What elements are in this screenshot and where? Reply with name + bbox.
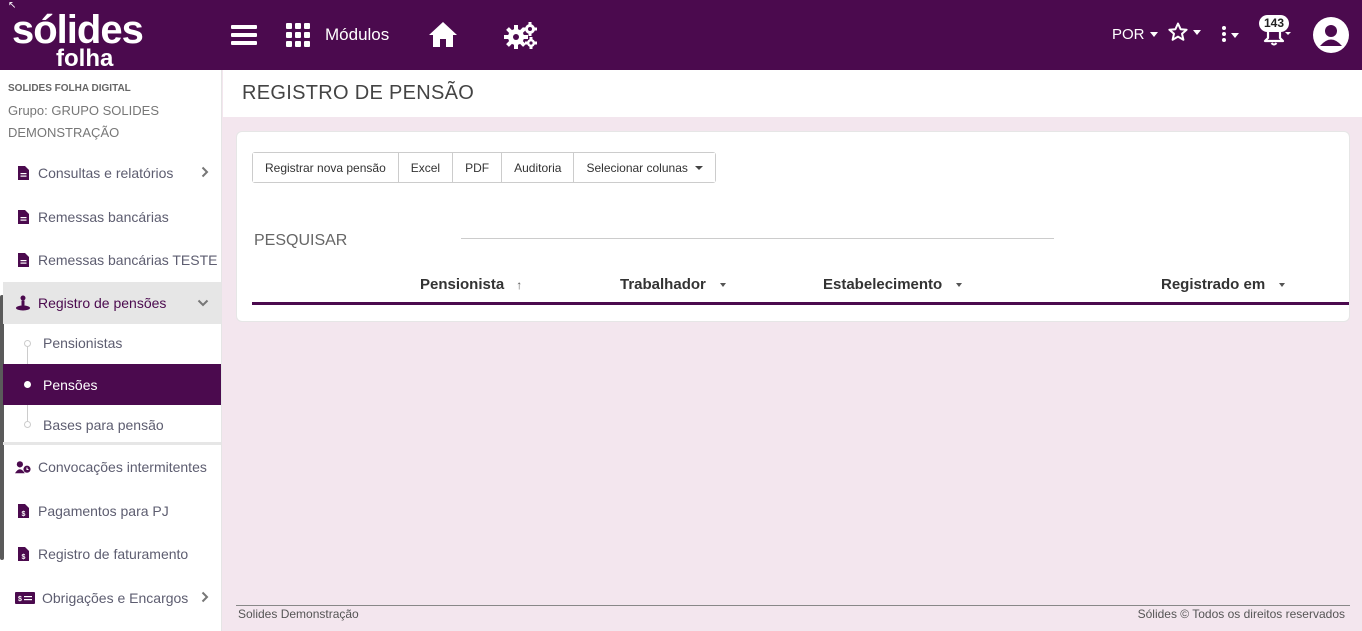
sidebar-item-remessas-teste[interactable]: Remessas bancárias TESTE [3,239,221,281]
sidebar: SOLIDES FOLHA DIGITAL Grupo: GRUPO SOLID… [0,70,222,631]
brand-logo[interactable]: sólides folha digital [12,8,182,98]
footer-divider [236,605,1350,606]
sort-caret-icon [1279,282,1286,287]
content-card: Registrar nova pensão Excel PDF Auditori… [236,131,1350,322]
chevron-down-icon [1231,32,1239,38]
modules-button[interactable]: Módulos [286,22,389,48]
chevron-down-icon [1149,32,1158,37]
language-selector[interactable]: POR [1112,26,1158,43]
group-name: Grupo: GRUPO SOLIDES DEMONSTRAÇÃO [8,103,159,140]
svg-text:$: $ [21,511,25,518]
notifications-badge[interactable]: 143 [1259,15,1289,32]
modules-label: Módulos [325,25,390,44]
footer-copyright: Sólides © Todos os direitos reservados [1137,607,1345,621]
sort-caret-icon [956,282,963,287]
chevron-down-icon [694,165,703,170]
chevron-right-icon [201,591,209,603]
sidebar-item-label: Obrigações e Encargos [42,590,189,606]
pension-icon [15,294,31,312]
company-name: SOLIDES FOLHA DIGITAL [8,83,131,94]
sidebar-item-label: Registro de faturamento [38,546,189,562]
sort-caret-icon [719,282,726,287]
export-excel-button[interactable]: Excel [398,153,454,182]
footer-company: Solides Demonstração [238,607,359,621]
favorites-button[interactable] [1168,22,1201,42]
chevron-down-icon [1193,29,1201,35]
page-title: REGISTRO DE PENSÃO [242,82,475,104]
sidebar-item-label: Pagamentos para PJ [38,503,169,519]
page-header: REGISTRO DE PENSÃO [223,70,1362,117]
kebab-icon [1222,26,1226,44]
user-clock-icon [15,458,31,476]
toolbar-button-group: Registrar nova pensão Excel PDF Auditori… [252,152,716,183]
select-columns-button[interactable]: Selecionar colunas [574,153,715,182]
top-navbar: sólides folha digital Módulos [0,0,1362,98]
chevron-right-icon [201,166,209,178]
sidebar-item-label: Convocações intermitentes [38,459,207,475]
sidebar-item-faturamento[interactable]: $ Registro de faturamento [3,533,221,575]
chevron-down-icon [197,299,209,307]
sidebar-subitem-label: Bases para pensão [43,416,164,433]
audit-button[interactable]: Auditoria [502,153,575,182]
sidebar-subitem-label: Pensionistas [43,334,123,351]
home-icon[interactable] [428,20,458,48]
sidebar-subitem-pensionistas[interactable]: Pensionistas [3,322,221,363]
column-header-label: Registrado em [1161,276,1266,293]
sidebar-divider [3,442,221,445]
column-header-pensionista[interactable]: Pensionista ↑ [420,276,522,293]
select-columns-label: Selecionar colunas [586,160,688,175]
submenu-dot [24,381,31,388]
column-header-estabelecimento[interactable]: Estabelecimento [823,276,963,293]
column-header-registrado-em[interactable]: Registrado em [1161,276,1286,293]
user-icon [1320,25,1342,46]
grid-icon [286,23,310,47]
svg-text:$: $ [21,554,25,561]
sidebar-item-label: Registro de pensões [38,295,167,311]
export-pdf-button[interactable]: PDF [453,153,503,182]
invoice-dollar-icon: $ [15,545,31,563]
table-header: Pensionista ↑ Trabalhador Estabeleciment… [252,272,1349,305]
sidebar-item-consultas[interactable]: Consultas e relatórios [3,152,221,194]
sidebar-item-remessas[interactable]: Remessas bancárias [3,196,221,238]
svg-text:$: $ [18,596,22,603]
menu-toggle-icon[interactable] [231,25,257,45]
column-header-label: Estabelecimento [823,276,943,293]
money-bill-icon: $ [15,589,35,607]
mouse-cursor-icon: ↖ [8,0,17,11]
submenu-dot [24,421,31,428]
sort-ascending-icon: ↑ [516,277,523,292]
sidebar-item-label: Consultas e relatórios [38,165,174,181]
sidebar-item-label: Remessas bancárias TESTE [38,252,218,268]
new-pension-button[interactable]: Registrar nova pensão [253,153,399,182]
document-icon [15,164,31,182]
document-icon [15,208,31,226]
sidebar-item-convocacoes[interactable]: Convocações intermitentes [3,446,221,488]
sidebar-item-registro-pensoes[interactable]: Registro de pensões [3,282,221,324]
star-icon [1168,22,1188,41]
sidebar-item-label: Remessas bancárias [38,209,169,225]
sidebar-subitem-bases[interactable]: Bases para pensão [3,404,221,445]
user-avatar[interactable] [1313,17,1349,53]
invoice-dollar-icon: $ [15,502,31,520]
sidebar-item-obrigacoes[interactable]: $ Obrigações e Encargos [3,577,221,619]
settings-gears-icon[interactable] [504,20,538,50]
more-options-button[interactable] [1222,24,1244,46]
search-label: PESQUISAR [254,232,348,249]
sidebar-item-pagamentos-pj[interactable]: $ Pagamentos para PJ [3,490,221,532]
column-header-trabalhador[interactable]: Trabalhador [620,276,726,293]
sidebar-subitem-label: Pensões [43,376,98,393]
column-header-label: Trabalhador [620,276,706,293]
submenu-dot [24,340,31,347]
language-label: POR [1112,26,1145,43]
column-header-label: Pensionista [420,276,505,293]
document-icon [15,251,31,269]
sidebar-subitem-pensoes[interactable]: Pensões [3,364,221,405]
search-input[interactable] [461,222,1054,239]
